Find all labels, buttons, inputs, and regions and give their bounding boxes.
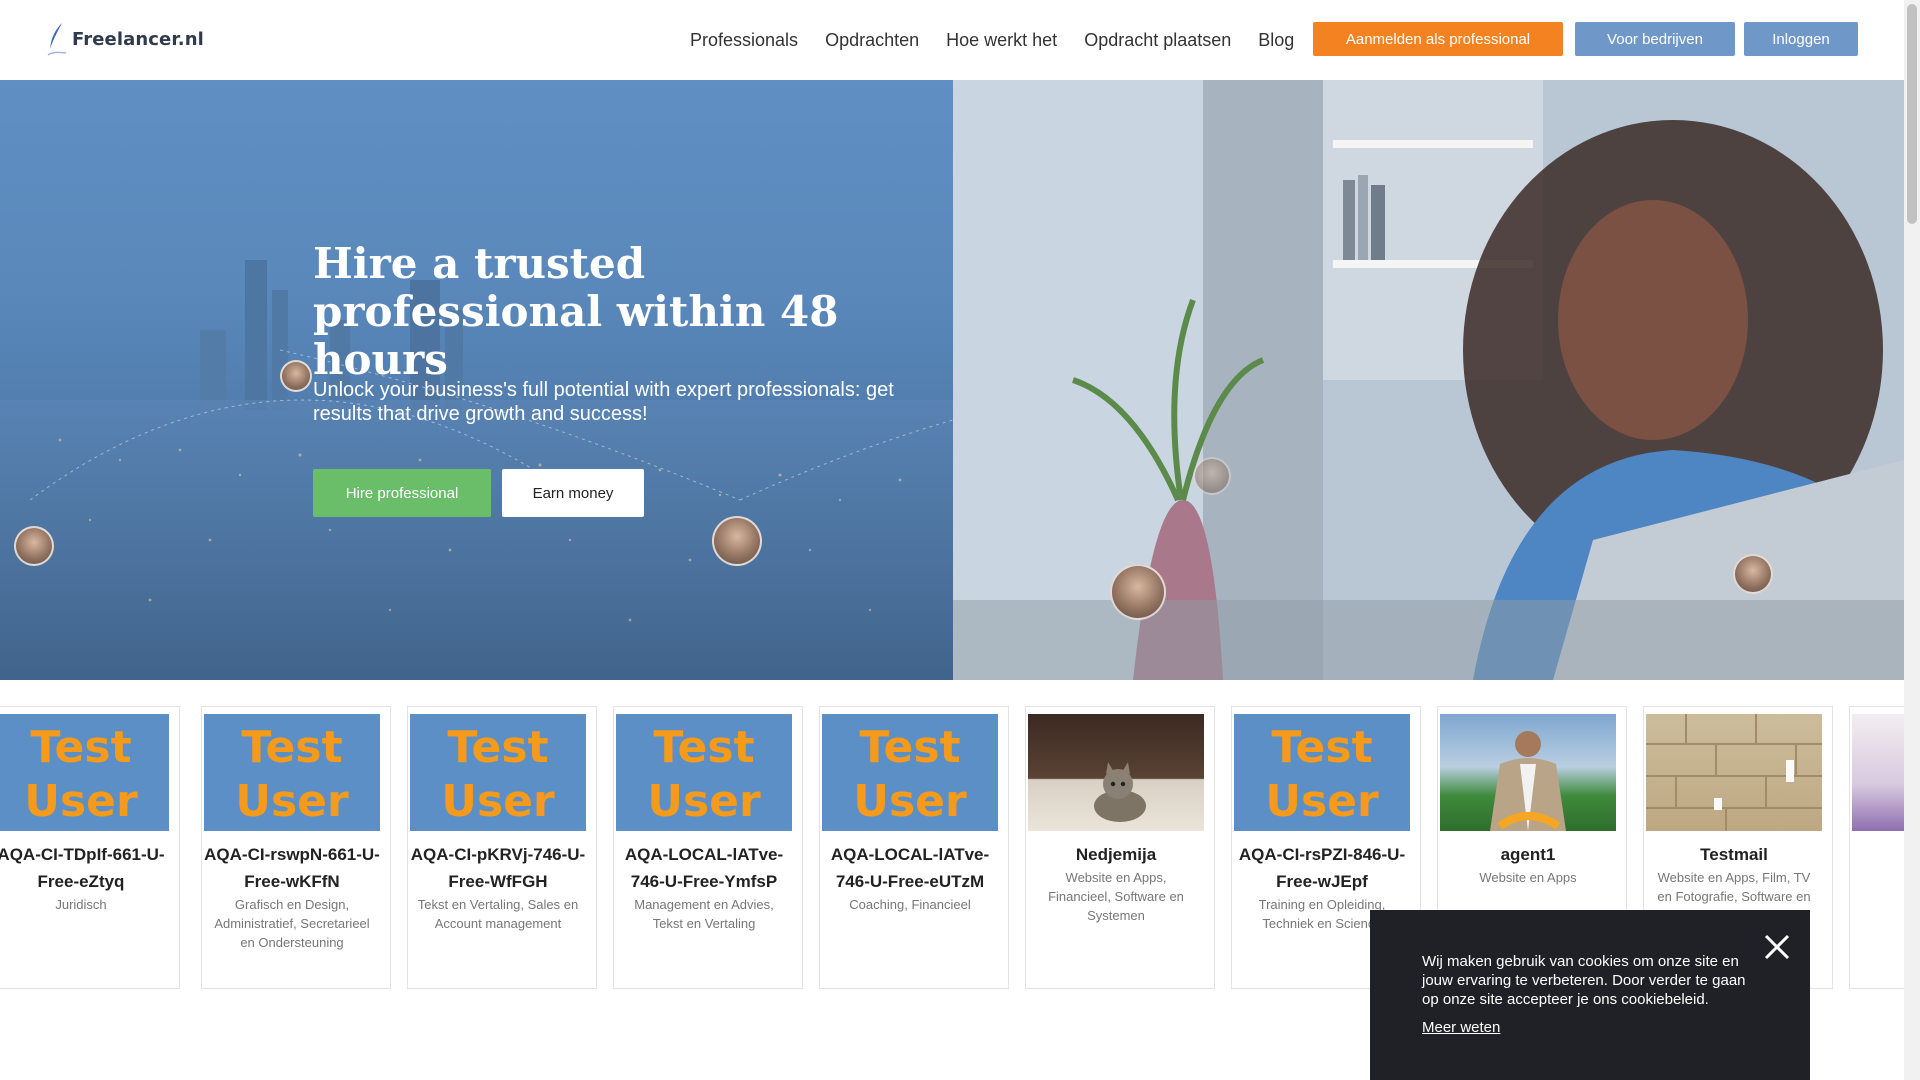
test-user-word-1: Test <box>1271 722 1373 773</box>
test-user-word-1: Test <box>447 722 549 773</box>
nav-opdracht-plaatsen[interactable]: Opdracht plaatsen <box>1084 30 1231 51</box>
hire-professional-button[interactable]: Hire professional <box>313 469 491 517</box>
earn-money-button[interactable]: Earn money <box>502 469 644 517</box>
nav-blog[interactable]: Blog <box>1258 30 1294 51</box>
lavender-photo <box>1852 714 1904 831</box>
professional-name: AQA-LOCAL-lATve-746-U-Free-YmfsP <box>624 845 784 891</box>
professional-name: agent1 <box>1500 845 1556 864</box>
feather-logo-icon <box>47 23 67 56</box>
professional-name: AQA-CI-rswpN-661-U-Free-wKFfN <box>204 845 380 891</box>
test-user-word-1: Test <box>859 722 961 773</box>
site-logo[interactable]: Freelancer.nl <box>46 22 204 56</box>
test-user-word-2: User <box>235 776 349 827</box>
cookie-banner: Wij maken gebruik van cookies om onze si… <box>1370 910 1810 1080</box>
network-avatar <box>280 360 312 392</box>
test-user-image: Test User <box>1234 714 1410 831</box>
for-business-button[interactable]: Voor bedrijven <box>1575 22 1735 56</box>
network-avatar <box>1193 457 1231 495</box>
professional-name: Nedjemija <box>1075 845 1157 864</box>
hero-section: Hire a trusted professional within 48 ho… <box>0 80 1904 680</box>
test-user-word-1: Test <box>30 722 132 773</box>
network-avatar <box>1110 564 1166 620</box>
hero-subtitle: Unlock your business's full potential wi… <box>313 379 894 425</box>
test-user-word-2: User <box>24 776 138 827</box>
test-user-word-1: Test <box>653 722 755 773</box>
kitten-photo <box>1028 714 1204 831</box>
test-user-image: Test User <box>410 714 586 831</box>
nav-opdrachten[interactable]: Opdrachten <box>825 30 919 51</box>
professional-card[interactable]: Nedjemija Website en Apps, Financieel, S… <box>1025 706 1215 989</box>
professional-card[interactable]: We <box>1849 706 1904 989</box>
stone-wall-image <box>1646 714 1822 831</box>
test-user-word-2: User <box>647 776 761 827</box>
test-user-image: Test User <box>204 714 380 831</box>
professional-card[interactable]: Test User AQA-CI-rswpN-661-U-Free-wKFfN … <box>201 706 391 989</box>
page-scrollbar[interactable] <box>1904 0 1920 1080</box>
test-user-image: Test User <box>616 714 792 831</box>
logo-text: Freelancer.nl <box>72 28 204 50</box>
test-user-word-2: User <box>1265 776 1379 827</box>
cookie-text: Wij maken gebruik van cookies om onze si… <box>1422 953 1746 1008</box>
professional-category: Website en Apps <box>1479 870 1577 885</box>
register-professional-button[interactable]: Aanmelden als professional <box>1313 22 1563 56</box>
scrollbar-thumb[interactable] <box>1907 4 1917 224</box>
test-user-image: Test User <box>0 714 169 831</box>
network-avatar <box>14 526 54 566</box>
professional-category: Website en Apps, Financieel, Software en… <box>1048 870 1184 923</box>
professional-category: We <box>1858 868 1904 887</box>
stone-wall-photo <box>1646 714 1822 831</box>
professional-card[interactable]: Test User AQA-CI-TDpIf-661-U-Free-eZtyq … <box>0 706 180 989</box>
test-user-word-1: Test <box>241 722 343 773</box>
network-avatar <box>712 516 762 566</box>
professional-category: Juridisch <box>55 897 107 912</box>
cookie-more-link[interactable]: Meer weten <box>1422 1019 1500 1036</box>
agent-photo <box>1440 714 1616 831</box>
main-nav: Professionals Opdrachten Hoe werkt het O… <box>690 0 1321 80</box>
login-button[interactable]: Inloggen <box>1744 22 1858 56</box>
test-user-word-2: User <box>441 776 555 827</box>
hero-title: Hire a trusted professional within 48 ho… <box>313 239 839 384</box>
nav-professionals[interactable]: Professionals <box>690 30 798 51</box>
professional-name: AQA-CI-TDpIf-661-U-Free-eZtyq <box>0 845 165 891</box>
professional-name: AQA-CI-rsPZI-846-U-Free-wJEpf <box>1238 845 1406 891</box>
professional-category: Coaching, Financieel <box>849 897 971 912</box>
network-avatar <box>1733 554 1773 594</box>
professional-name: AQA-LOCAL-lATve-746-U-Free-eUTzM <box>830 845 990 891</box>
test-user-image: Test User <box>822 714 998 831</box>
professional-category: Grafisch en Design, Administratief, Secr… <box>214 897 370 950</box>
kitten-image <box>1094 762 1146 822</box>
nav-hoe-werkt-het[interactable]: Hoe werkt het <box>946 30 1057 51</box>
professional-name: Testmail <box>1700 845 1768 864</box>
professional-card[interactable]: Test User AQA-CI-pKRVj-746-U-Free-WfFGH … <box>407 706 597 989</box>
test-user-word-2: User <box>853 776 967 827</box>
agent-image <box>1490 731 1566 831</box>
professional-name: AQA-CI-pKRVj-746-U-Free-WfFGH <box>410 845 586 891</box>
professional-category: Tekst en Vertaling, Sales en Account man… <box>417 897 579 931</box>
close-icon[interactable] <box>1762 932 1792 962</box>
professional-category: Management en Advies, Tekst en Vertaling <box>634 897 774 931</box>
professional-card[interactable]: Test User AQA-LOCAL-lATve-746-U-Free-Ymf… <box>613 706 803 989</box>
professional-card[interactable]: Test User AQA-LOCAL-lATve-746-U-Free-eUT… <box>819 706 1009 989</box>
site-header: Freelancer.nl Professionals Opdrachten H… <box>0 0 1904 80</box>
